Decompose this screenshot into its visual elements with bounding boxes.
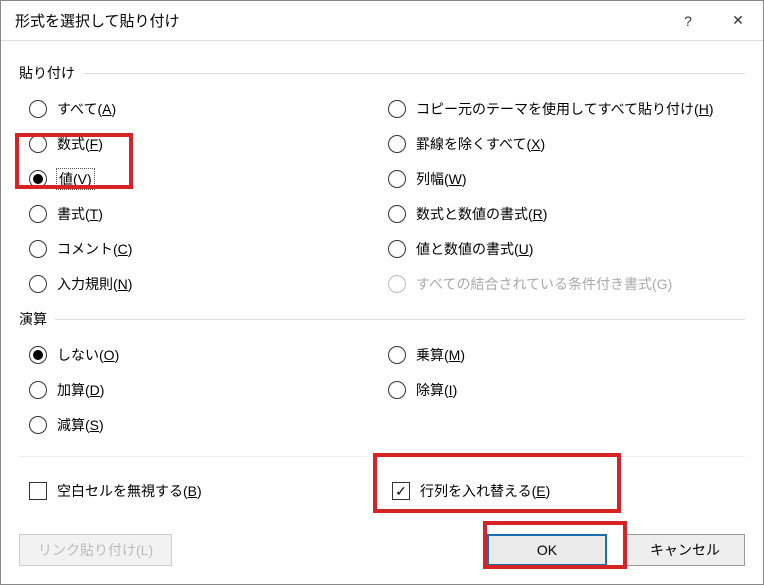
operation-right-col: 乗算(M) 除算(I) — [382, 333, 745, 442]
paste-left-col: すべて(A) 数式(F) 値(V) 書式(T) コメント(C) 入力規則(N) — [19, 87, 382, 301]
radio-icon — [29, 100, 47, 118]
paste-right-col: コピー元のテーマを使用してすべて貼り付け(H) 罫線を除くすべて(X) 列幅(W… — [382, 87, 745, 301]
radio-values-number-formats[interactable]: 値と数値の書式(U) — [382, 231, 745, 266]
titlebar: 形式を選択して貼り付け ? ✕ — [1, 1, 763, 41]
paste-group-header: 貼り付け — [19, 63, 745, 83]
radio-comments[interactable]: コメント(C) — [19, 231, 382, 266]
radio-icon — [388, 170, 406, 188]
dialog-footer: リンク貼り付け(L) OK キャンセル — [1, 522, 763, 584]
operation-group-header: 演算 — [19, 309, 745, 329]
operation-options: しない(O) 加算(D) 減算(S) 乗算(M) 除算(I) — [19, 333, 745, 442]
radio-icon — [388, 205, 406, 223]
radio-icon — [388, 100, 406, 118]
operation-left-col: しない(O) 加算(D) 減算(S) — [19, 333, 382, 442]
close-button[interactable]: ✕ — [713, 1, 763, 41]
radio-add[interactable]: 加算(D) — [19, 372, 382, 407]
paste-link-button: リンク貼り付け(L) — [19, 534, 172, 566]
radio-divide[interactable]: 除算(I) — [382, 372, 745, 407]
close-icon: ✕ — [732, 12, 744, 29]
dialog-title: 形式を選択して貼り付け — [15, 10, 663, 31]
bottom-options: 空白セルを無視する(B) 行列を入れ替える(E) — [19, 456, 745, 509]
radio-icon — [388, 346, 406, 364]
radio-merge-conditional: すべての結合されている条件付き書式(G) — [382, 266, 745, 301]
radio-all[interactable]: すべて(A) — [19, 91, 382, 126]
checkbox-transpose[interactable]: 行列を入れ替える(E) — [382, 473, 745, 509]
help-button[interactable]: ? — [663, 1, 713, 41]
radio-icon — [388, 135, 406, 153]
paste-options: すべて(A) 数式(F) 値(V) 書式(T) コメント(C) 入力規則(N) … — [19, 87, 745, 301]
divider — [55, 319, 745, 320]
paste-special-dialog: 形式を選択して貼り付け ? ✕ 貼り付け すべて(A) 数式(F) 値(V) 書… — [0, 0, 764, 585]
radio-formulas[interactable]: 数式(F) — [19, 126, 382, 161]
radio-validation[interactable]: 入力規則(N) — [19, 266, 382, 301]
radio-values[interactable]: 値(V) — [19, 161, 382, 196]
radio-column-widths[interactable]: 列幅(W) — [382, 161, 745, 196]
ok-button[interactable]: OK — [487, 534, 607, 566]
dialog-body: 貼り付け すべて(A) 数式(F) 値(V) 書式(T) コメント(C) 入力規… — [1, 41, 763, 522]
radio-icon — [29, 205, 47, 223]
radio-formats[interactable]: 書式(T) — [19, 196, 382, 231]
radio-icon — [388, 381, 406, 399]
radio-all-except-borders[interactable]: 罫線を除くすべて(X) — [382, 126, 745, 161]
radio-icon — [29, 170, 47, 188]
radio-icon — [29, 275, 47, 293]
operation-group-label: 演算 — [19, 309, 47, 329]
radio-icon — [29, 416, 47, 434]
radio-formulas-number-formats[interactable]: 数式と数値の書式(R) — [382, 196, 745, 231]
checkbox-icon — [392, 482, 410, 500]
radio-subtract[interactable]: 減算(S) — [19, 407, 382, 442]
checkbox-skip-blanks[interactable]: 空白セルを無視する(B) — [19, 473, 382, 509]
radio-icon — [29, 346, 47, 364]
radio-icon — [29, 135, 47, 153]
radio-icon — [29, 381, 47, 399]
cancel-button[interactable]: キャンセル — [625, 534, 745, 566]
radio-all-source-theme[interactable]: コピー元のテーマを使用してすべて貼り付け(H) — [382, 91, 745, 126]
divider — [83, 73, 745, 74]
radio-icon — [29, 240, 47, 258]
radio-none[interactable]: しない(O) — [19, 337, 382, 372]
checkbox-icon — [29, 482, 47, 500]
radio-icon — [388, 275, 406, 293]
help-icon: ? — [684, 13, 692, 29]
paste-group-label: 貼り付け — [19, 63, 75, 83]
radio-multiply[interactable]: 乗算(M) — [382, 337, 745, 372]
radio-icon — [388, 240, 406, 258]
